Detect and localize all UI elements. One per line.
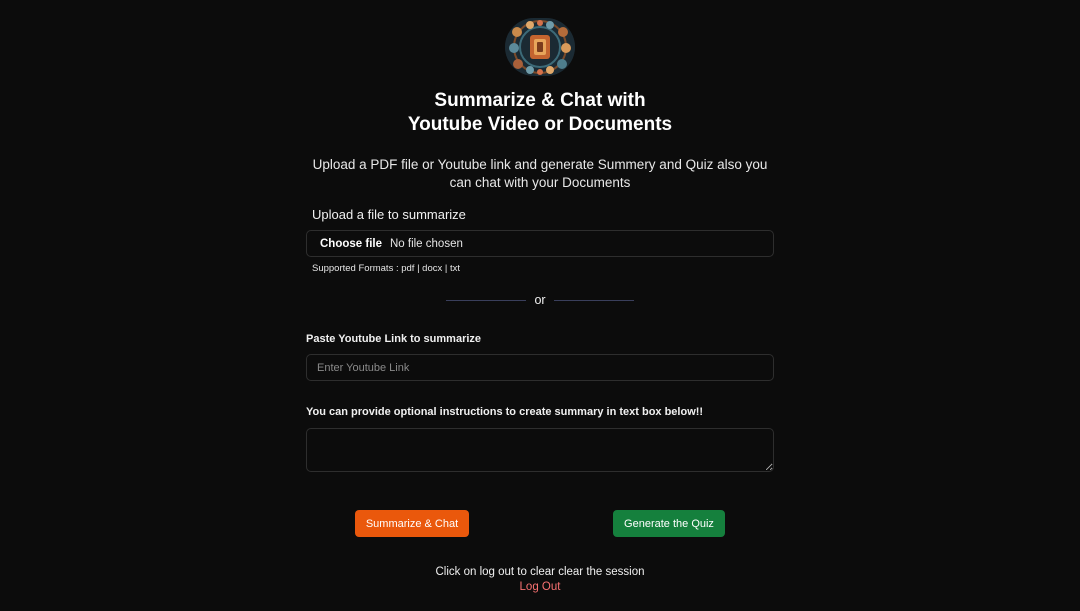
page-subtitle: Upload a PDF file or Youtube link and ge… (312, 157, 768, 190)
youtube-link-input[interactable] (306, 354, 774, 381)
instructions-textarea[interactable] (306, 428, 774, 472)
logout-link[interactable]: Log Out (0, 581, 1080, 593)
page: Summarize & Chat with Youtube Video or D… (0, 0, 1080, 611)
mandala-logo-icon (505, 18, 575, 76)
divider-line-left (446, 300, 526, 301)
upload-label: Upload a file to summarize (312, 207, 466, 222)
youtube-link-label: Paste Youtube Link to summarize (306, 333, 482, 345)
choose-file-button[interactable]: Choose file (320, 238, 382, 250)
logout-hint-text: Click on log out to clear clear the sess… (435, 566, 645, 578)
file-input[interactable]: Choose file No file chosen (306, 230, 774, 257)
divider-line-right (554, 300, 634, 301)
page-title: Summarize & Chat with Youtube Video or D… (0, 89, 1080, 137)
instructions-label: You can provide optional instructions to… (306, 406, 704, 418)
file-status-text: No file chosen (389, 237, 463, 250)
generate-quiz-button[interactable]: Generate the Quiz (613, 510, 725, 537)
app-logo (505, 18, 575, 76)
title-line-2: Youtube Video or Documents (407, 114, 673, 135)
supported-formats-text: Supported Formats : pdf | docx | txt (312, 263, 461, 274)
title-line-1: Summarize & Chat with (434, 90, 646, 111)
summarize-chat-button[interactable]: Summarize & Chat (355, 510, 469, 537)
divider-or-text: or (534, 293, 546, 307)
